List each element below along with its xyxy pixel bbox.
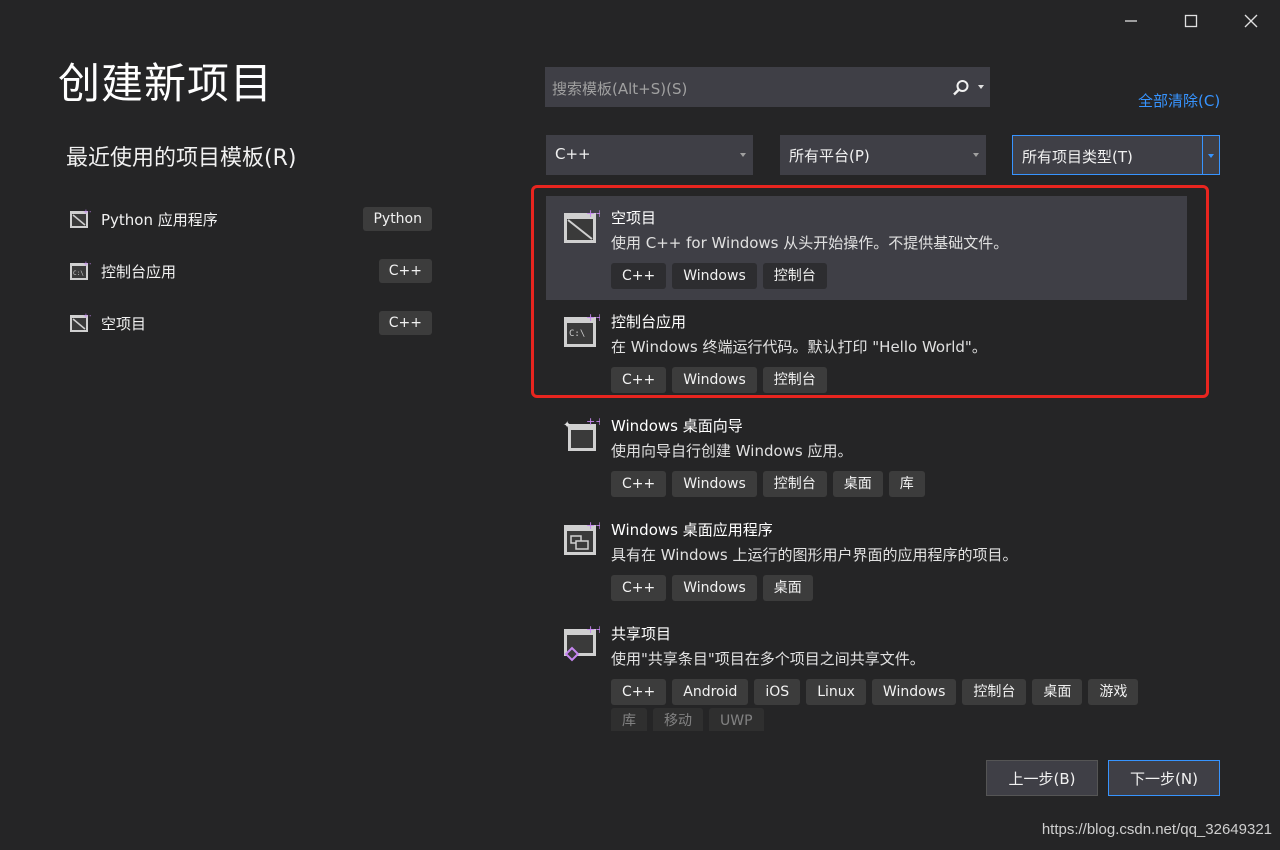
tag: Windows [871,679,957,705]
tag: 桌面 [762,575,813,601]
tag: Windows [672,575,757,601]
template-item-shared-project[interactable]: ++ 共享项目 使用"共享条目"项目在多个项目之间共享文件。 C++ Andro… [546,612,1187,731]
recent-item-empty-project[interactable]: ++ 空项目 C++ [66,305,432,341]
tag: 游戏 [1088,679,1139,705]
language-tag: Python [363,207,432,231]
tag: 库 [888,471,925,497]
next-button[interactable]: 下一步(N) [1108,760,1220,796]
tag: Android [672,679,749,705]
clear-all-link[interactable]: 全部清除(C) [1138,90,1220,111]
template-name: Windows 桌面应用程序 [611,521,773,539]
language-filter-value: C++ [555,145,591,163]
page-title: 创建新项目 [58,59,274,108]
search-options-arrow[interactable] [978,85,984,89]
recent-item-label: 控制台应用 [101,262,177,281]
svg-text:++: ++ [586,416,600,428]
minimize-button[interactable] [1108,6,1154,36]
tag: C++ [611,471,667,497]
template-tags: C++ Windows 控制台 桌面 库 [611,471,1171,497]
maximize-icon [1184,14,1198,28]
svg-text:++: ++ [586,520,600,532]
search-input[interactable]: 搜索模板(Alt+S)(S) [552,78,687,99]
minimize-icon [1125,20,1137,22]
language-tag: C++ [378,259,432,283]
tag: 控制台 [962,679,1027,705]
tag: 移动 [653,708,703,731]
template-name: 共享项目 [611,625,672,643]
template-tags: C++ Android iOS Linux Windows 控制台 桌面 游戏 … [611,679,1171,731]
recent-item-console-app[interactable]: C:\ ++ 控制台应用 C++ [66,253,432,289]
empty-project-icon: ++ [70,312,91,332]
wizard-icon: ✦ ++ [563,416,600,451]
search-box[interactable]: 搜索模板(Alt+S)(S) [545,67,990,107]
watermark: https://blog.csdn.net/qq_32649321 [1041,821,1272,838]
platform-filter-value: 所有平台(P) [789,147,870,165]
template-description: 使用向导自行创建 Windows 应用。 [611,442,853,460]
template-description: 具有在 Windows 上运行的图形用户界面的应用程序的项目。 [611,546,1018,564]
close-button[interactable] [1228,6,1274,36]
svg-text:++: ++ [83,208,91,216]
svg-text:✦: ✦ [563,420,571,431]
tag: 桌面 [832,471,883,497]
tag: UWP [709,708,764,731]
recent-item-label: 空项目 [101,314,147,333]
language-filter[interactable]: C++ [546,135,753,175]
svg-text:C:\: C:\ [73,270,84,277]
chevron-down-icon [973,153,979,157]
svg-text:++: ++ [83,312,91,320]
close-icon [1244,14,1258,28]
recent-templates-heading: 最近使用的项目模板(R) [66,146,297,171]
tag: 库 [611,708,647,731]
tag: iOS [754,679,801,705]
desktop-app-icon: ++ [564,520,600,555]
language-tag: C++ [378,311,432,335]
shared-project-icon: ++ [564,624,600,662]
template-name: Windows 桌面向导 [611,417,743,435]
recent-item-python[interactable]: ++ Python 应用程序 Python [66,201,432,237]
svg-text:++: ++ [586,624,600,636]
tag: C++ [611,575,667,601]
project-type-filter[interactable]: 所有项目类型(T) [1012,135,1220,175]
recent-item-label: Python 应用程序 [101,210,218,229]
console-app-icon: C:\ ++ [70,260,91,280]
python-app-icon: ++ [70,208,91,228]
template-description: 使用"共享条目"项目在多个项目之间共享文件。 [611,650,925,668]
platform-filter[interactable]: 所有平台(P) [780,135,986,175]
tag: Windows [672,471,757,497]
chevron-down-icon [740,153,746,157]
back-button[interactable]: 上一步(B) [986,760,1098,796]
svg-text:++: ++ [83,260,91,268]
chevron-down-icon [1208,154,1214,158]
tag: 桌面 [1032,679,1083,705]
project-type-filter-value: 所有项目类型(T) [1022,148,1133,166]
tag: C++ [611,679,667,705]
search-icon[interactable] [951,78,971,98]
template-item-windows-desktop-app[interactable]: ++ Windows 桌面应用程序 具有在 Windows 上运行的图形用户界面… [546,508,1187,612]
highlight-annotation [531,185,1209,398]
maximize-button[interactable] [1168,6,1214,36]
tag: 控制台 [762,471,827,497]
template-item-windows-desktop-wizard[interactable]: ✦ ++ Windows 桌面向导 使用向导自行创建 Windows 应用。 C… [546,404,1187,508]
template-tags: C++ Windows 桌面 [611,575,1171,601]
tag: Linux [806,679,866,705]
